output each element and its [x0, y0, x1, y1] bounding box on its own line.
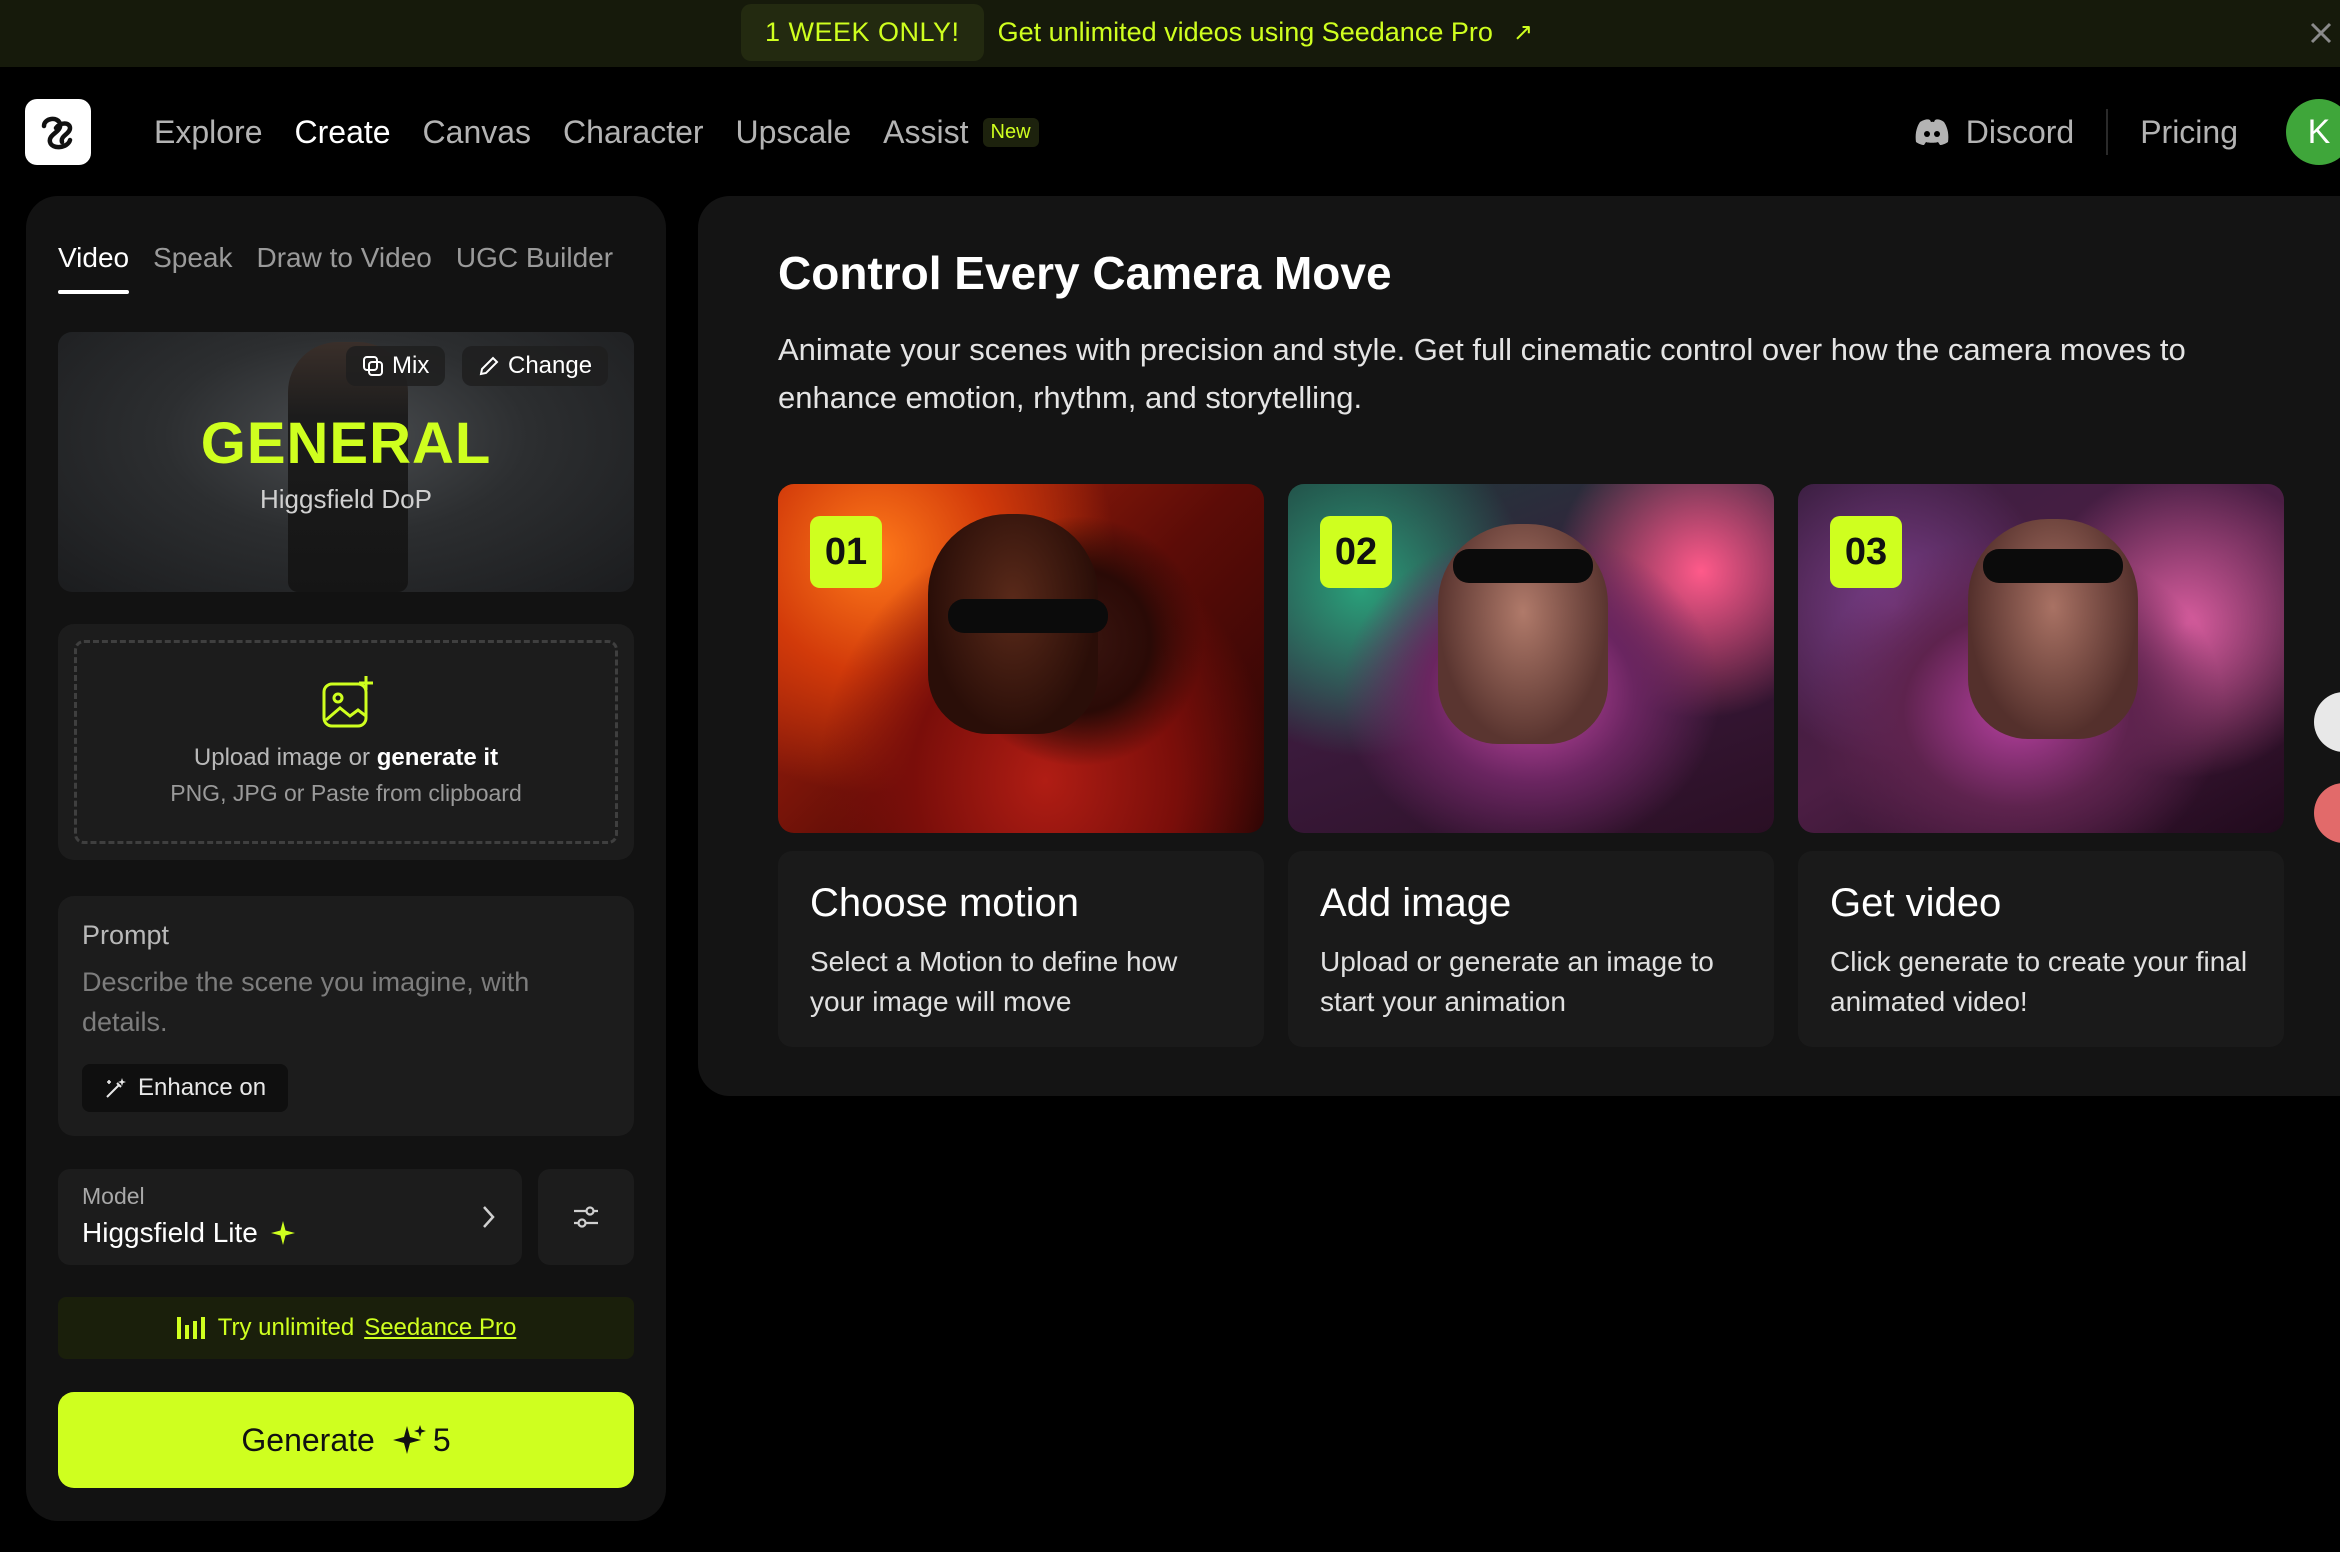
chevron-right-icon [483, 1206, 495, 1228]
generate-image-link[interactable]: generate it [377, 744, 498, 771]
step-number: 01 [810, 516, 882, 588]
mix-label: Mix [392, 352, 430, 379]
sunglasses-shape [1983, 549, 2123, 583]
enhance-toggle[interactable]: Enhance on [82, 1064, 289, 1112]
avatar-initial: K [2307, 112, 2331, 151]
add-image-icon [320, 674, 376, 735]
credit-cost: 5 [392, 1421, 451, 1459]
preset-subtitle: Higgsfield DoP [260, 484, 432, 514]
nav-upscale[interactable]: Upscale [736, 114, 852, 151]
new-badge: New [982, 117, 1039, 147]
preset-title: GENERAL [200, 411, 492, 476]
sparkle-icon [270, 1221, 295, 1245]
mix-button[interactable]: Mix [346, 346, 446, 386]
mode-tabs: Video Speak Draw to Video UGC Builder [58, 242, 613, 294]
nav-canvas[interactable]: Canvas [423, 114, 532, 151]
step-info: Choose motion Select a Motion to define … [778, 851, 1264, 1047]
sunglasses-shape [948, 599, 1108, 633]
discord-label: Discord [1965, 113, 2075, 150]
sunglasses-shape [1453, 549, 1593, 583]
upload-instructions: Upload image or generate it [58, 744, 634, 772]
promo-badge: 1 WEEK ONLY! [741, 4, 984, 61]
nav-pricing[interactable]: Pricing [2140, 114, 2238, 151]
logo-icon [41, 116, 73, 150]
change-button[interactable]: Change [462, 346, 609, 386]
nav-right: Discord Pricing K [1914, 99, 2340, 165]
step-info: Add image Upload or generate an image to… [1288, 851, 1774, 1047]
step-title: Choose motion [810, 881, 1080, 925]
promo-banner: 1 WEEK ONLY! Get unlimited videos using … [0, 0, 2340, 67]
logo[interactable] [25, 99, 91, 165]
prompt-input[interactable]: Describe the scene you imagine, with det… [82, 962, 602, 1042]
step-number: 03 [1830, 516, 1902, 588]
enhance-label: Enhance on [138, 1074, 267, 1101]
step-info: Get video Click generate to create your … [1798, 851, 2284, 1047]
step-description: Click generate to create your final anim… [1830, 946, 2248, 1017]
step-card: 01 Choose motion Select a Motion to defi… [778, 484, 1264, 1047]
step-title: Add image [1320, 881, 1512, 925]
external-arrow-icon: ↗ [1512, 19, 1533, 46]
tab-ugc-builder[interactable]: UGC Builder [456, 242, 613, 294]
nav-character[interactable]: Character [563, 114, 704, 151]
sparkle-icon [392, 1425, 426, 1454]
tab-video[interactable]: Video [58, 242, 130, 294]
page-description: Animate your scenes with precision and s… [778, 332, 2186, 415]
upload-formats: PNG, JPG or Paste from clipboard [170, 780, 522, 806]
prompt-field[interactable]: Prompt Describe the scene you imagine, w… [58, 896, 634, 1136]
change-label: Change [508, 352, 593, 379]
bars-icon [176, 1317, 205, 1339]
step-image: 02 [1288, 484, 1774, 833]
mix-icon [363, 356, 383, 376]
avatar[interactable]: K [2286, 99, 2340, 165]
tab-draw-to-video[interactable]: Draw to Video [257, 242, 432, 294]
pencil-icon [479, 356, 499, 376]
settings-button[interactable] [538, 1169, 634, 1265]
motion-preset-card[interactable]: Mix Change GENERAL Higgsfield DoP [58, 332, 634, 592]
step-description: Select a Motion to define how your image… [810, 946, 1178, 1017]
model-value: Higgsfield Lite [82, 1217, 258, 1248]
try-seedance-banner[interactable]: Try unlimited Seedance Pro [58, 1297, 634, 1359]
generate-label: Generate [241, 1421, 375, 1458]
sliders-icon [574, 1206, 598, 1228]
nav-explore[interactable]: Explore [154, 114, 263, 151]
main-nav: Explore Create Canvas Character Upscale … [154, 106, 1039, 158]
step-number: 02 [1320, 516, 1392, 588]
promo-text: Get unlimited videos using Seedance Pro [997, 17, 1493, 47]
step-description: Upload or generate an image to start you… [1320, 946, 1714, 1017]
discord-link[interactable]: Discord [1914, 114, 2074, 151]
upload-prefix: Upload image or [193, 744, 371, 771]
step-image: 03 [1798, 484, 2284, 833]
magic-wand-icon [106, 1078, 126, 1098]
seedance-pro-link[interactable]: Seedance Pro [364, 1314, 516, 1342]
close-icon[interactable] [2300, 14, 2340, 54]
model-selector[interactable]: Model Higgsfield Lite [58, 1169, 522, 1265]
discord-icon [1915, 119, 1949, 145]
step-card: 03 Get video Click generate to create yo… [1798, 484, 2284, 1047]
promo-link[interactable]: 1 WEEK ONLY! Get unlimited videos using … [741, 4, 1533, 61]
promo-text-wrap[interactable]: Get unlimited videos using Seedance Pro … [998, 17, 1533, 48]
prompt-label: Prompt [82, 920, 170, 950]
create-panel: Video Speak Draw to Video UGC Builder Mi… [26, 196, 666, 1521]
dropzone-border [74, 640, 618, 844]
nav-create[interactable]: Create [295, 114, 391, 151]
step-image: 01 [778, 484, 1264, 833]
generate-button[interactable]: Generate 5 [58, 1392, 634, 1488]
image-upload-dropzone[interactable]: Upload image or generate it PNG, JPG or … [58, 624, 634, 860]
onboarding-panel: Control Every Camera Move Animate your s… [698, 196, 2340, 1096]
model-label: Model [82, 1183, 145, 1209]
try-prefix: Try unlimited [217, 1314, 355, 1341]
model-value-wrap: Higgsfield Lite [82, 1217, 296, 1249]
nav-divider [2106, 109, 2109, 155]
step-title: Get video [1830, 881, 2002, 925]
tab-speak[interactable]: Speak [153, 242, 232, 294]
page-title: Control Every Camera Move [778, 247, 1392, 299]
step-card: 02 Add image Upload or generate an image… [1288, 484, 1774, 1047]
credit-count: 5 [432, 1421, 451, 1458]
nav-assist[interactable]: Assist [883, 114, 968, 151]
